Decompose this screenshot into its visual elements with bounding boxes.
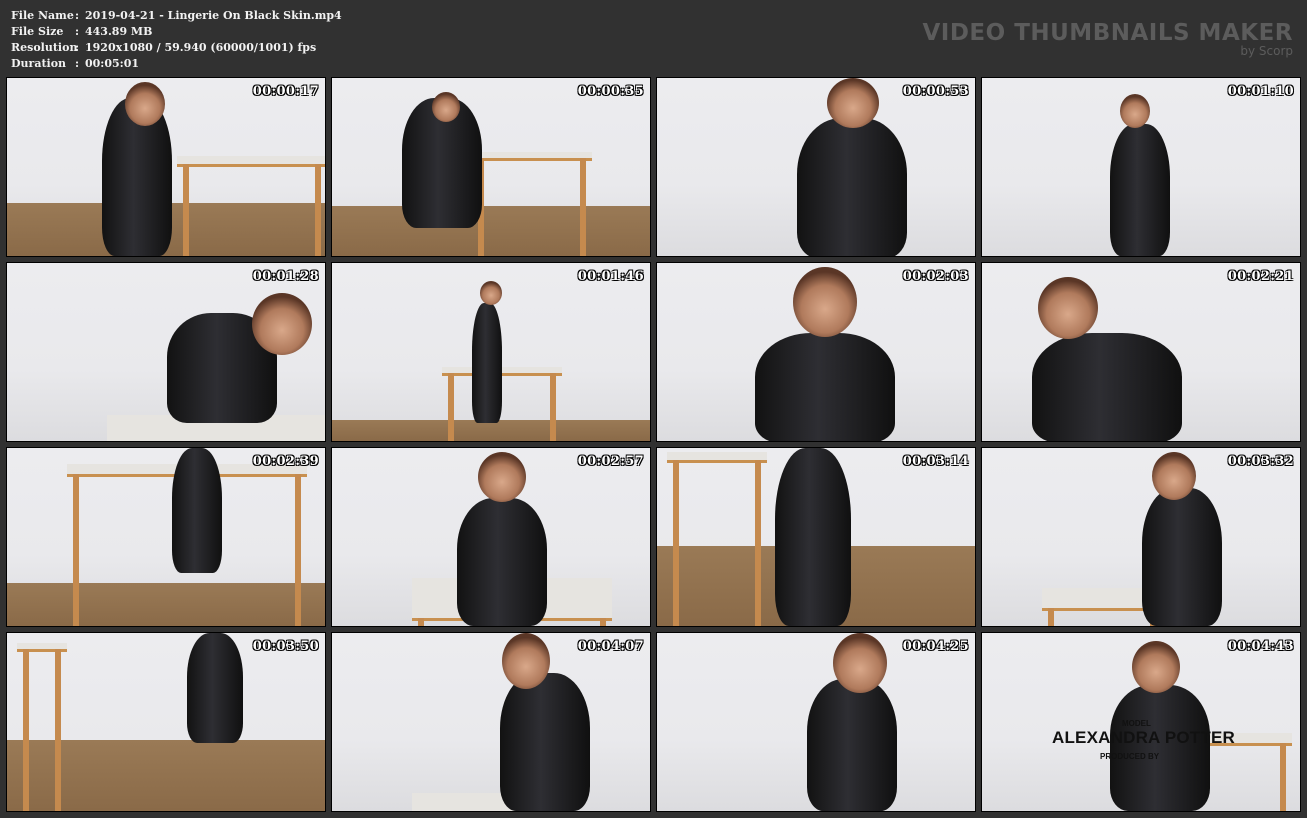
thumbnail-timestamp: 00:02:21 <box>1227 269 1294 284</box>
person-figure <box>797 118 907 256</box>
credit-overlay: MODEL ALEXANDRA POTTER PRODUCED BY <box>1052 719 1235 761</box>
table-leg <box>673 460 679 626</box>
thumbnail-timestamp: 00:00:17 <box>252 84 319 99</box>
thumbnail-timestamp: 00:04:43 <box>1227 639 1294 654</box>
table-leg <box>73 474 79 626</box>
video-thumbnail: 00:02:03 <box>656 262 976 442</box>
table-leg <box>295 474 301 626</box>
thumbnail-timestamp: 00:02:39 <box>252 454 319 469</box>
produced-by-label: PRODUCED BY <box>1100 752 1160 761</box>
person-figure <box>172 448 222 573</box>
thumbnail-timestamp: 00:00:53 <box>902 84 969 99</box>
person-head <box>125 82 165 126</box>
person-figure <box>775 448 851 626</box>
table-leg <box>1280 743 1286 811</box>
video-thumbnail: MODEL ALEXANDRA POTTER PRODUCED BY 00:04:43 <box>981 632 1301 812</box>
person-figure <box>1110 124 1170 256</box>
table-leg <box>315 164 321 256</box>
person-head <box>833 633 887 693</box>
video-thumbnail: 00:04:07 <box>331 632 651 812</box>
person-head <box>432 92 460 122</box>
table-leg <box>580 158 586 256</box>
person-figure <box>187 633 243 743</box>
thumbnail-grid: 00:00:17 00:00:35 00:00:53 00:01:10 00:01:28… <box>0 0 1307 818</box>
person-figure <box>500 673 590 811</box>
video-thumbnail: 00:00:35 <box>331 77 651 257</box>
table-leg <box>183 164 189 256</box>
thumbnail-timestamp: 00:02:57 <box>577 454 644 469</box>
video-thumbnail: 00:00:17 <box>6 77 326 257</box>
table <box>442 367 562 376</box>
table-leg <box>418 618 424 626</box>
thumbnail-timestamp: 00:02:03 <box>902 269 969 284</box>
video-thumbnail: 00:02:21 <box>981 262 1301 442</box>
person-head <box>480 281 502 305</box>
person-head <box>1120 94 1150 128</box>
video-thumbnail: 00:00:53 <box>656 77 976 257</box>
table-leg <box>23 649 29 811</box>
thumbnail-timestamp: 00:03:32 <box>1227 454 1294 469</box>
thumbnail-floor <box>332 206 650 256</box>
thumbnail-timestamp: 00:01:46 <box>577 269 644 284</box>
person-figure <box>1032 333 1182 441</box>
table-leg <box>550 373 556 441</box>
model-label: MODEL <box>1122 719 1151 728</box>
video-thumbnail: 00:03:50 <box>6 632 326 812</box>
person-head <box>478 452 526 502</box>
table-leg <box>600 618 606 626</box>
thumbnail-timestamp: 00:04:07 <box>577 639 644 654</box>
thumbnail-timestamp: 00:00:35 <box>577 84 644 99</box>
video-thumbnail: 00:01:10 <box>981 77 1301 257</box>
table-leg <box>755 460 761 626</box>
table <box>472 152 592 161</box>
model-name: ALEXANDRA POTTER <box>1052 728 1235 747</box>
video-thumbnail: 00:03:14 <box>656 447 976 627</box>
video-thumbnail: 00:02:57 <box>331 447 651 627</box>
person-head <box>252 293 312 355</box>
person-head <box>793 267 857 337</box>
table-leg <box>55 649 61 811</box>
person-head <box>1038 277 1098 339</box>
person-figure <box>1142 488 1222 626</box>
person-figure <box>472 303 502 423</box>
thumbnail-timestamp: 00:04:25 <box>902 639 969 654</box>
person-head <box>827 78 879 128</box>
table-leg <box>448 373 454 441</box>
video-thumbnail: 00:03:32 <box>981 447 1301 627</box>
table <box>177 156 325 167</box>
thumbnail-wall <box>332 633 650 811</box>
person-figure <box>755 333 895 441</box>
person-head <box>502 633 550 689</box>
video-thumbnail: 00:04:25 <box>656 632 976 812</box>
thumbnail-timestamp: 00:03:14 <box>902 454 969 469</box>
video-thumbnail: 00:02:39 <box>6 447 326 627</box>
video-thumbnail: 00:01:46 <box>331 262 651 442</box>
table <box>667 452 767 463</box>
thumbnail-timestamp: 00:01:10 <box>1227 84 1294 99</box>
thumbnail-floor <box>332 420 650 441</box>
thumbnail-timestamp: 00:03:50 <box>252 639 319 654</box>
person-figure <box>457 498 547 626</box>
thumbnail-timestamp: 00:01:28 <box>252 269 319 284</box>
table-leg <box>1048 608 1054 626</box>
person-figure <box>807 679 897 811</box>
video-thumbnail: 00:01:28 <box>6 262 326 442</box>
person-head <box>1152 452 1196 500</box>
person-head <box>1132 641 1180 693</box>
thumbnail-floor <box>7 583 325 626</box>
